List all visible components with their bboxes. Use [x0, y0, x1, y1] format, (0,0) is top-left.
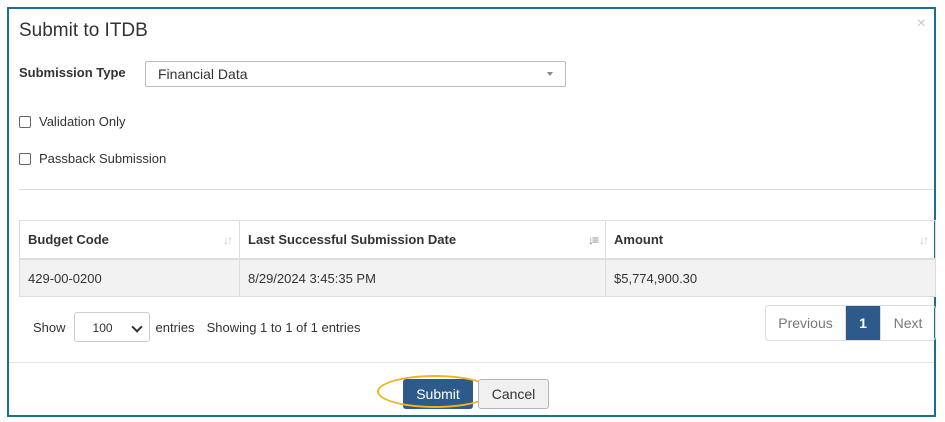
- passback-submission-checkbox[interactable]: [19, 152, 31, 165]
- sort-icon: ↓↑: [919, 233, 929, 247]
- column-header-label: Budget Code: [28, 232, 109, 247]
- sort-icon: ↓↑: [223, 233, 233, 247]
- submission-table: Budget Code ↓↑ Last Successful Submissio…: [19, 220, 936, 297]
- chevron-down-icon: [130, 321, 143, 333]
- submit-button[interactable]: Submit: [403, 379, 473, 409]
- submit-dialog: Submit to ITDB × Submission Type Financi…: [7, 7, 936, 417]
- passback-submission-checkbox-row[interactable]: Passback Submission: [19, 151, 166, 166]
- pagination: Previous 1 Next: [765, 305, 936, 341]
- dialog-title: Submit to ITDB: [19, 20, 148, 41]
- submission-type-label: Submission Type: [19, 65, 126, 80]
- table-row: 429-00-0200 8/29/2024 3:45:35 PM $5,774,…: [19, 258, 936, 297]
- entries-per-page-select[interactable]: 100: [73, 312, 150, 342]
- next-page-button[interactable]: Next: [880, 306, 935, 340]
- submission-type-select[interactable]: Financial Data: [145, 61, 566, 87]
- table-length-control: Show 100 entries Showing 1 to 1 of 1 ent…: [33, 312, 361, 342]
- column-header-amount[interactable]: Amount ↓↑: [605, 220, 936, 260]
- column-header-last-submission-date[interactable]: Last Successful Submission Date ↓≡: [239, 220, 606, 260]
- cancel-button[interactable]: Cancel: [478, 379, 549, 409]
- table-info: Showing 1 to 1 of 1 entries: [206, 319, 361, 335]
- sort-desc-icon: ↓≡: [587, 233, 599, 247]
- cell-budget-code: 429-00-0200: [19, 258, 240, 297]
- entries-label: entries: [155, 319, 195, 335]
- validation-only-label: Validation Only: [39, 114, 126, 129]
- column-header-label: Last Successful Submission Date: [248, 232, 457, 247]
- close-icon[interactable]: ×: [917, 15, 926, 33]
- column-header-label: Amount: [614, 232, 664, 247]
- cell-amount: $5,774,900.30: [605, 258, 936, 297]
- passback-submission-label: Passback Submission: [39, 151, 167, 166]
- divider: [19, 189, 934, 190]
- submission-type-value: Financial Data: [158, 66, 248, 82]
- caret-down-icon: [547, 72, 553, 76]
- previous-page-button[interactable]: Previous: [766, 306, 846, 340]
- cell-submission-date: 8/29/2024 3:45:35 PM: [239, 258, 606, 297]
- page-1-button[interactable]: 1: [846, 306, 880, 340]
- validation-only-checkbox-row[interactable]: Validation Only: [19, 114, 125, 129]
- validation-only-checkbox[interactable]: [19, 115, 31, 128]
- table-header-row: Budget Code ↓↑ Last Successful Submissio…: [19, 220, 936, 260]
- entries-per-page-value: 100: [92, 321, 113, 335]
- footer-divider: [9, 362, 934, 363]
- column-header-budget-code[interactable]: Budget Code ↓↑: [19, 220, 240, 260]
- show-label: Show: [33, 319, 66, 335]
